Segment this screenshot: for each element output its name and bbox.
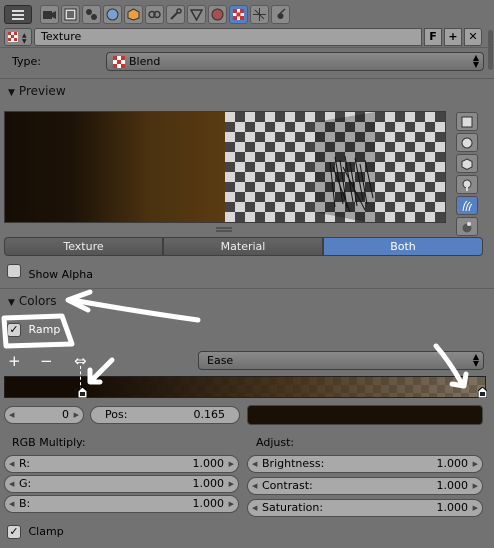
texture-datablock-row: ▲ ▼ Texture F + ✕ bbox=[4, 28, 482, 46]
editor-type-icon[interactable] bbox=[4, 5, 32, 24]
brightness-field[interactable]: ◀ Brightness: 1.000 ▶ bbox=[247, 455, 483, 473]
color-ramp-bar[interactable] bbox=[4, 376, 486, 398]
divider bbox=[0, 78, 494, 79]
b-value: 1.000 bbox=[192, 497, 225, 510]
brightness-value: 1.000 bbox=[436, 457, 469, 470]
object-icon[interactable] bbox=[124, 5, 143, 24]
adjust-label: Adjust: bbox=[256, 436, 295, 449]
pos-label: Pos: bbox=[105, 408, 128, 421]
texture-type-value: Blend bbox=[129, 55, 161, 68]
world-icon[interactable] bbox=[103, 5, 122, 24]
preview-plane-button[interactable] bbox=[456, 112, 478, 131]
pos-field[interactable]: Pos: 0.165 bbox=[90, 406, 240, 424]
texture-name-field[interactable]: Texture bbox=[34, 28, 422, 46]
material-checker-preview bbox=[225, 112, 445, 222]
properties-tab-strip bbox=[0, 0, 494, 28]
show-alpha-label: Show Alpha bbox=[28, 268, 93, 281]
preview-monkey-button[interactable] bbox=[456, 175, 478, 194]
mesh-data-icon[interactable] bbox=[187, 5, 206, 24]
b-label: B: bbox=[19, 497, 31, 510]
collapse-triangle-icon: ▼ bbox=[8, 88, 15, 98]
stop-color-swatch[interactable] bbox=[247, 405, 483, 425]
texture-tab-icon[interactable] bbox=[229, 5, 248, 24]
show-alpha-toggle[interactable]: Show Alpha bbox=[7, 264, 93, 281]
texture-preview-image bbox=[4, 111, 446, 223]
particles-icon[interactable] bbox=[250, 5, 269, 24]
ramp-toggle[interactable]: ✓ Ramp bbox=[7, 323, 60, 337]
ramp-stop-marker[interactable] bbox=[77, 386, 88, 401]
svg-text:▼: ▼ bbox=[22, 38, 27, 45]
tab-texture[interactable]: Texture bbox=[4, 237, 163, 256]
r-label: R: bbox=[19, 457, 31, 470]
b-multiply-field[interactable]: ◀ B: 1.000 ▶ bbox=[4, 495, 239, 513]
show-alpha-checkbox[interactable] bbox=[7, 264, 21, 278]
fake-user-button[interactable]: F bbox=[424, 28, 442, 46]
blend-gradient-preview bbox=[5, 112, 225, 222]
preview-sky-button[interactable] bbox=[456, 217, 478, 236]
type-label: Type: bbox=[12, 55, 41, 68]
g-value: 1.000 bbox=[192, 477, 225, 490]
ramp-checkbox[interactable]: ✓ bbox=[7, 323, 21, 337]
preview-resize-handle[interactable] bbox=[216, 223, 232, 232]
g-label: G: bbox=[19, 477, 32, 490]
saturation-value: 1.000 bbox=[436, 501, 469, 514]
texture-type-select[interactable]: Blend ▲ ▼ bbox=[106, 52, 484, 71]
tab-material[interactable]: Material bbox=[163, 237, 323, 256]
render-layers-icon[interactable] bbox=[61, 5, 80, 24]
brightness-label: Brightness: bbox=[262, 457, 325, 470]
texture-browse-icon[interactable]: ▲ ▼ bbox=[4, 28, 32, 46]
g-multiply-field[interactable]: ◀ G: 1.000 ▶ bbox=[4, 475, 239, 493]
preview-hair-button[interactable] bbox=[456, 196, 478, 215]
annotation-arrow-line bbox=[69, 297, 201, 323]
panel-scrollbar[interactable] bbox=[488, 30, 493, 70]
divider bbox=[0, 47, 494, 48]
remove-stop-button[interactable]: − bbox=[40, 352, 53, 370]
constraints-icon[interactable] bbox=[145, 5, 164, 24]
r-value: 1.000 bbox=[192, 457, 225, 470]
ramp-stop-marker[interactable] bbox=[477, 386, 488, 401]
saturation-label: Saturation: bbox=[262, 501, 324, 514]
colors-panel-header[interactable]: ▼ Colors bbox=[8, 294, 57, 308]
active-stop-index-value: 0 bbox=[62, 408, 69, 421]
contrast-label: Contrast: bbox=[262, 479, 313, 492]
preview-panel-header[interactable]: ▼ Preview bbox=[8, 84, 66, 98]
contrast-value: 1.000 bbox=[436, 479, 469, 492]
saturation-field[interactable]: ◀ Saturation: 1.000 ▶ bbox=[247, 499, 483, 517]
checker-texture-icon bbox=[113, 56, 125, 68]
interpolation-value: Ease bbox=[207, 354, 234, 367]
rgb-multiply-label: RGB Multiply: bbox=[12, 436, 86, 449]
contrast-field[interactable]: ◀ Contrast: 1.000 ▶ bbox=[247, 477, 483, 495]
divider bbox=[0, 288, 494, 289]
collapse-triangle-icon: ▼ bbox=[8, 298, 15, 308]
active-stop-index-field[interactable]: ◀ 0 ▶ bbox=[4, 406, 84, 424]
select-arrows-icon: ▲ ▼ bbox=[472, 53, 479, 69]
preview-header-label: Preview bbox=[18, 84, 66, 98]
select-arrows-icon: ▲ ▼ bbox=[472, 352, 479, 368]
interpolation-select[interactable]: Ease ▲ ▼ bbox=[198, 351, 484, 370]
tab-both[interactable]: Both bbox=[323, 237, 483, 256]
physics-icon[interactable] bbox=[271, 5, 290, 24]
add-stop-button[interactable]: + bbox=[8, 352, 21, 370]
clamp-toggle[interactable]: ✓ Clamp bbox=[7, 525, 64, 539]
pos-value: 0.165 bbox=[193, 408, 226, 421]
unlink-texture-button[interactable]: ✕ bbox=[464, 28, 482, 46]
render-camera-icon[interactable] bbox=[40, 5, 59, 24]
modifiers-wrench-icon[interactable] bbox=[166, 5, 185, 24]
clamp-checkbox[interactable]: ✓ bbox=[7, 525, 21, 539]
material-icon[interactable] bbox=[208, 5, 227, 24]
ramp-label: Ramp bbox=[28, 323, 61, 336]
preview-cube-button[interactable] bbox=[456, 154, 478, 173]
colors-header-label: Colors bbox=[18, 294, 57, 308]
clamp-label: Clamp bbox=[28, 525, 64, 538]
scene-icon[interactable] bbox=[82, 5, 101, 24]
preview-sphere-button[interactable] bbox=[456, 133, 478, 152]
new-texture-button[interactable]: + bbox=[444, 28, 462, 46]
r-multiply-field[interactable]: ◀ R: 1.000 ▶ bbox=[4, 455, 239, 473]
annotation-arrowhead bbox=[65, 289, 93, 313]
